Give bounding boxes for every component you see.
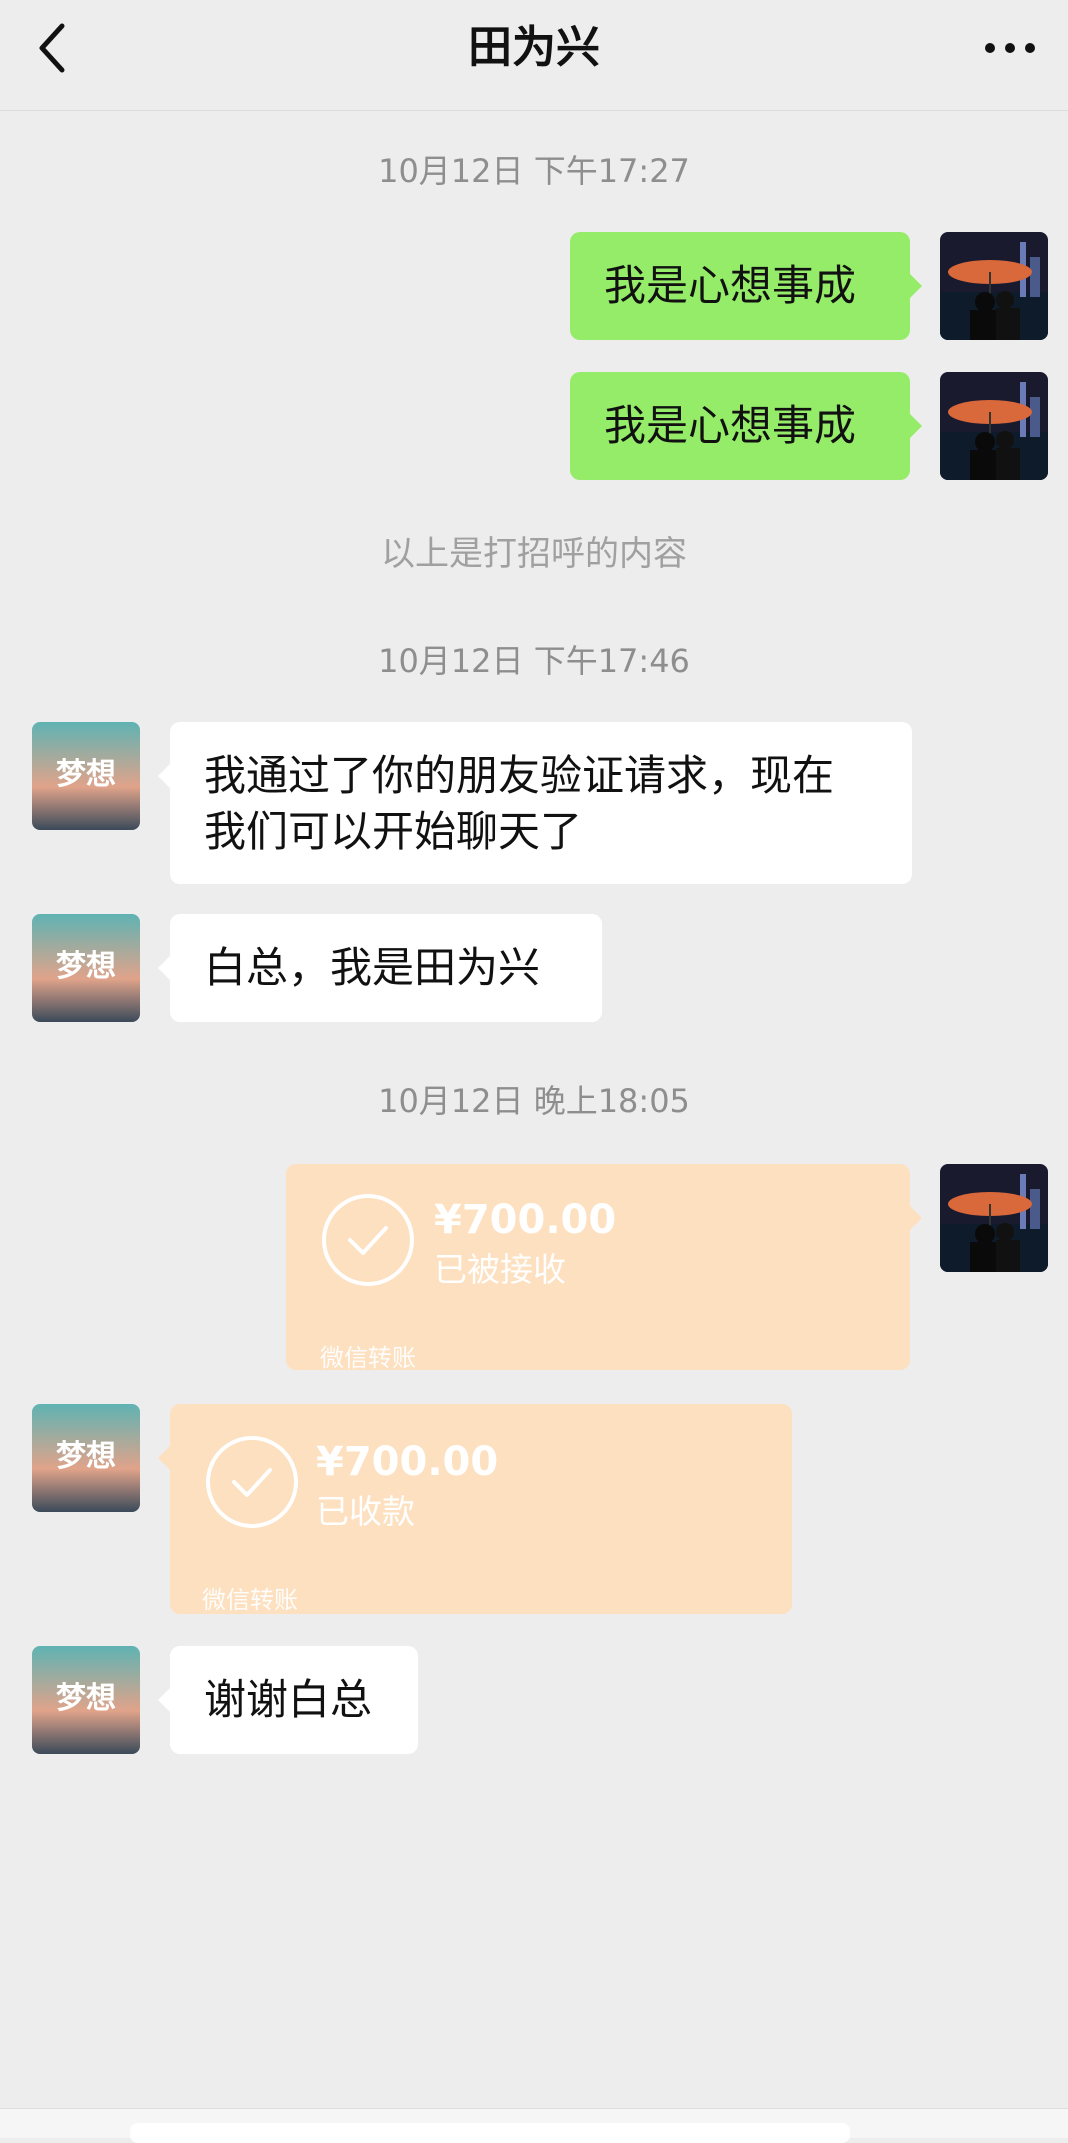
svg-text:梦想: 梦想 [56,1681,116,1716]
timestamp: 10月12日 晚上18:05 [378,1082,690,1120]
message-text: 我是心想事成 [604,261,857,310]
contact-avatar[interactable]: 梦想 [32,722,140,830]
svg-text:梦想: 梦想 [56,757,116,792]
received-message-bubble[interactable]: 我通过了你的朋友验证请求，现在 我们可以开始聊天了 [158,722,912,884]
message-text: 谢谢白总 [204,1675,373,1724]
my-avatar[interactable] [940,1164,1048,1272]
message-text-line: 我们可以开始聊天了 [204,807,583,856]
check-circle-icon [322,1194,414,1286]
bubble-tail [910,414,922,438]
bubble-tail [910,274,922,298]
transfer-amount: ¥700.00 [316,1439,499,1485]
bubble-tail [158,764,170,788]
navigation-bar: 田为兴 [0,0,1068,111]
my-avatar[interactable] [940,372,1048,480]
input-bar [0,2108,1068,2143]
transfer-label: 微信转账 [202,1586,298,1614]
svg-text:梦想: 梦想 [56,1439,116,1474]
contact-avatar[interactable]: 梦想 [32,914,140,1022]
message-input[interactable] [130,2123,850,2143]
message-text-line: 我通过了你的朋友验证请求，现在 [204,751,835,800]
transfer-sent-card[interactable]: ¥700.00 已被接收 微信转账 [286,1164,922,1372]
transfer-status: 已收款 [316,1492,415,1531]
transfer-status: 已被接收 [434,1250,566,1289]
message-text: 我是心想事成 [604,401,857,450]
received-message-bubble[interactable]: 白总，我是田为兴 [158,914,602,1022]
transfer-amount: ¥700.00 [434,1197,617,1243]
transfer-received-card[interactable]: ¥700.00 已收款 微信转账 [158,1404,792,1614]
message-text: 白总，我是田为兴 [204,943,541,992]
system-notice: 以上是打招呼的内容 [381,534,687,574]
received-message-bubble[interactable]: 谢谢白总 [158,1646,418,1754]
sent-message-bubble[interactable]: 我是心想事成 [570,232,922,340]
sent-message-bubble[interactable]: 我是心想事成 [570,372,922,480]
more-dots-icon [985,43,1035,53]
contact-avatar[interactable]: 梦想 [32,1404,140,1512]
bubble-tail [158,956,170,980]
contact-avatar[interactable]: 梦想 [32,1646,140,1754]
timestamp: 10月12日 下午17:27 [378,152,690,190]
svg-text:梦想: 梦想 [56,949,116,984]
bubble-tail [910,1206,922,1230]
more-button[interactable] [980,20,1040,76]
check-circle-icon [206,1436,298,1528]
bubble-tail [158,1446,170,1470]
chat-title: 田为兴 [468,22,600,73]
my-avatar[interactable] [940,232,1048,340]
bubble-tail [158,1688,170,1712]
transfer-label: 微信转账 [320,1344,416,1372]
timestamp: 10月12日 下午17:46 [378,642,690,680]
